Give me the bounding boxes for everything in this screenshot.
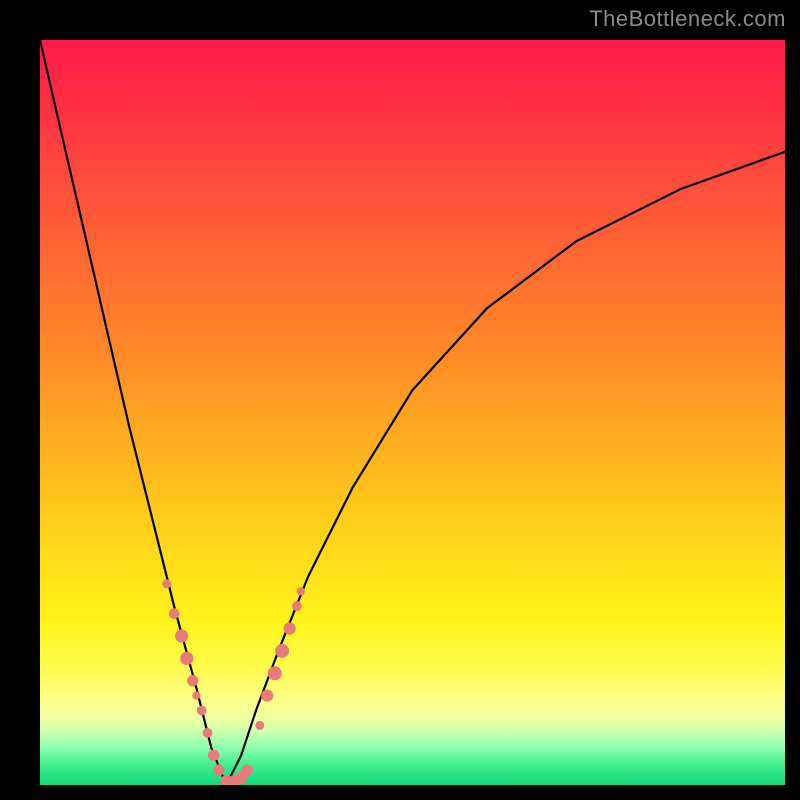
marker-point bbox=[180, 652, 193, 665]
marker-point bbox=[292, 601, 302, 611]
bottleneck-curve bbox=[40, 40, 785, 785]
marker-point bbox=[261, 690, 273, 702]
marker-point bbox=[241, 764, 252, 775]
marker-point bbox=[203, 728, 213, 738]
marker-point bbox=[169, 608, 180, 619]
marker-point bbox=[175, 629, 188, 642]
chart-svg bbox=[40, 40, 785, 785]
marker-point bbox=[208, 750, 219, 761]
marker-point bbox=[213, 764, 224, 775]
marker-point bbox=[192, 692, 200, 700]
page-frame: TheBottleneck.com bbox=[0, 0, 800, 800]
plot-area bbox=[40, 40, 785, 785]
marker-point bbox=[268, 666, 282, 680]
marker-point bbox=[197, 706, 207, 716]
marker-point bbox=[275, 644, 289, 658]
marker-point bbox=[297, 587, 305, 595]
marker-point bbox=[187, 675, 198, 686]
watermark-text: TheBottleneck.com bbox=[589, 6, 786, 32]
highlighted-markers bbox=[162, 579, 305, 785]
marker-point bbox=[162, 579, 171, 588]
marker-point bbox=[284, 622, 296, 634]
marker-point bbox=[255, 721, 264, 730]
